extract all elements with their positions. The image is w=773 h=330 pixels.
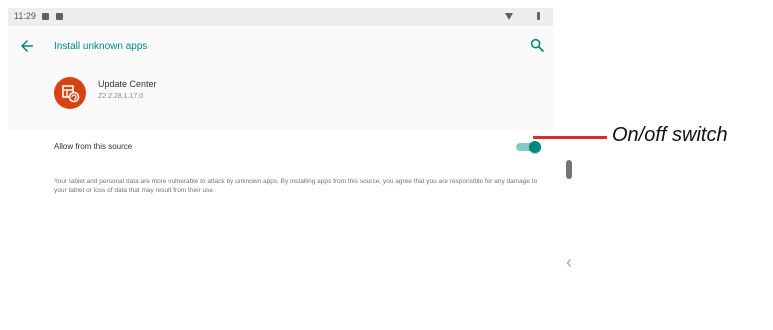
chevron-left-icon[interactable]	[565, 258, 573, 268]
notification-image-icon	[42, 13, 49, 20]
battery-icon	[537, 12, 540, 20]
app-bar: Install unknown apps	[8, 26, 553, 66]
status-bar: 11:29	[8, 8, 553, 26]
callout-line	[533, 136, 607, 139]
wifi-icon	[505, 13, 513, 20]
allow-from-source-label: Allow from this source	[54, 142, 133, 151]
callout-label: On/off switch	[612, 124, 728, 146]
app-header: Update Center Z2.2.28.1.17.0	[8, 66, 553, 130]
app-version: Z2.2.28.1.17.0	[98, 93, 144, 100]
page-title: Install unknown apps	[54, 41, 148, 52]
settings-content: Allow from this source Your tablet and p…	[8, 130, 553, 330]
scrollbar-handle[interactable]	[566, 160, 572, 179]
switch-thumb	[529, 141, 541, 153]
allow-from-source-switch[interactable]	[516, 141, 541, 153]
app-name: Update Center	[98, 79, 157, 89]
notification-app-icon	[56, 13, 63, 20]
allow-from-source-row[interactable]: Allow from this source	[8, 130, 553, 162]
status-time: 11:29	[14, 11, 36, 21]
search-icon[interactable]	[529, 37, 545, 53]
arrow-back-icon[interactable]	[18, 37, 36, 55]
device-screen: 11:29 Install unknown apps Update Center…	[8, 8, 553, 330]
security-warning-text: Your tablet and personal data are more v…	[54, 178, 538, 194]
update-center-icon	[54, 77, 86, 109]
